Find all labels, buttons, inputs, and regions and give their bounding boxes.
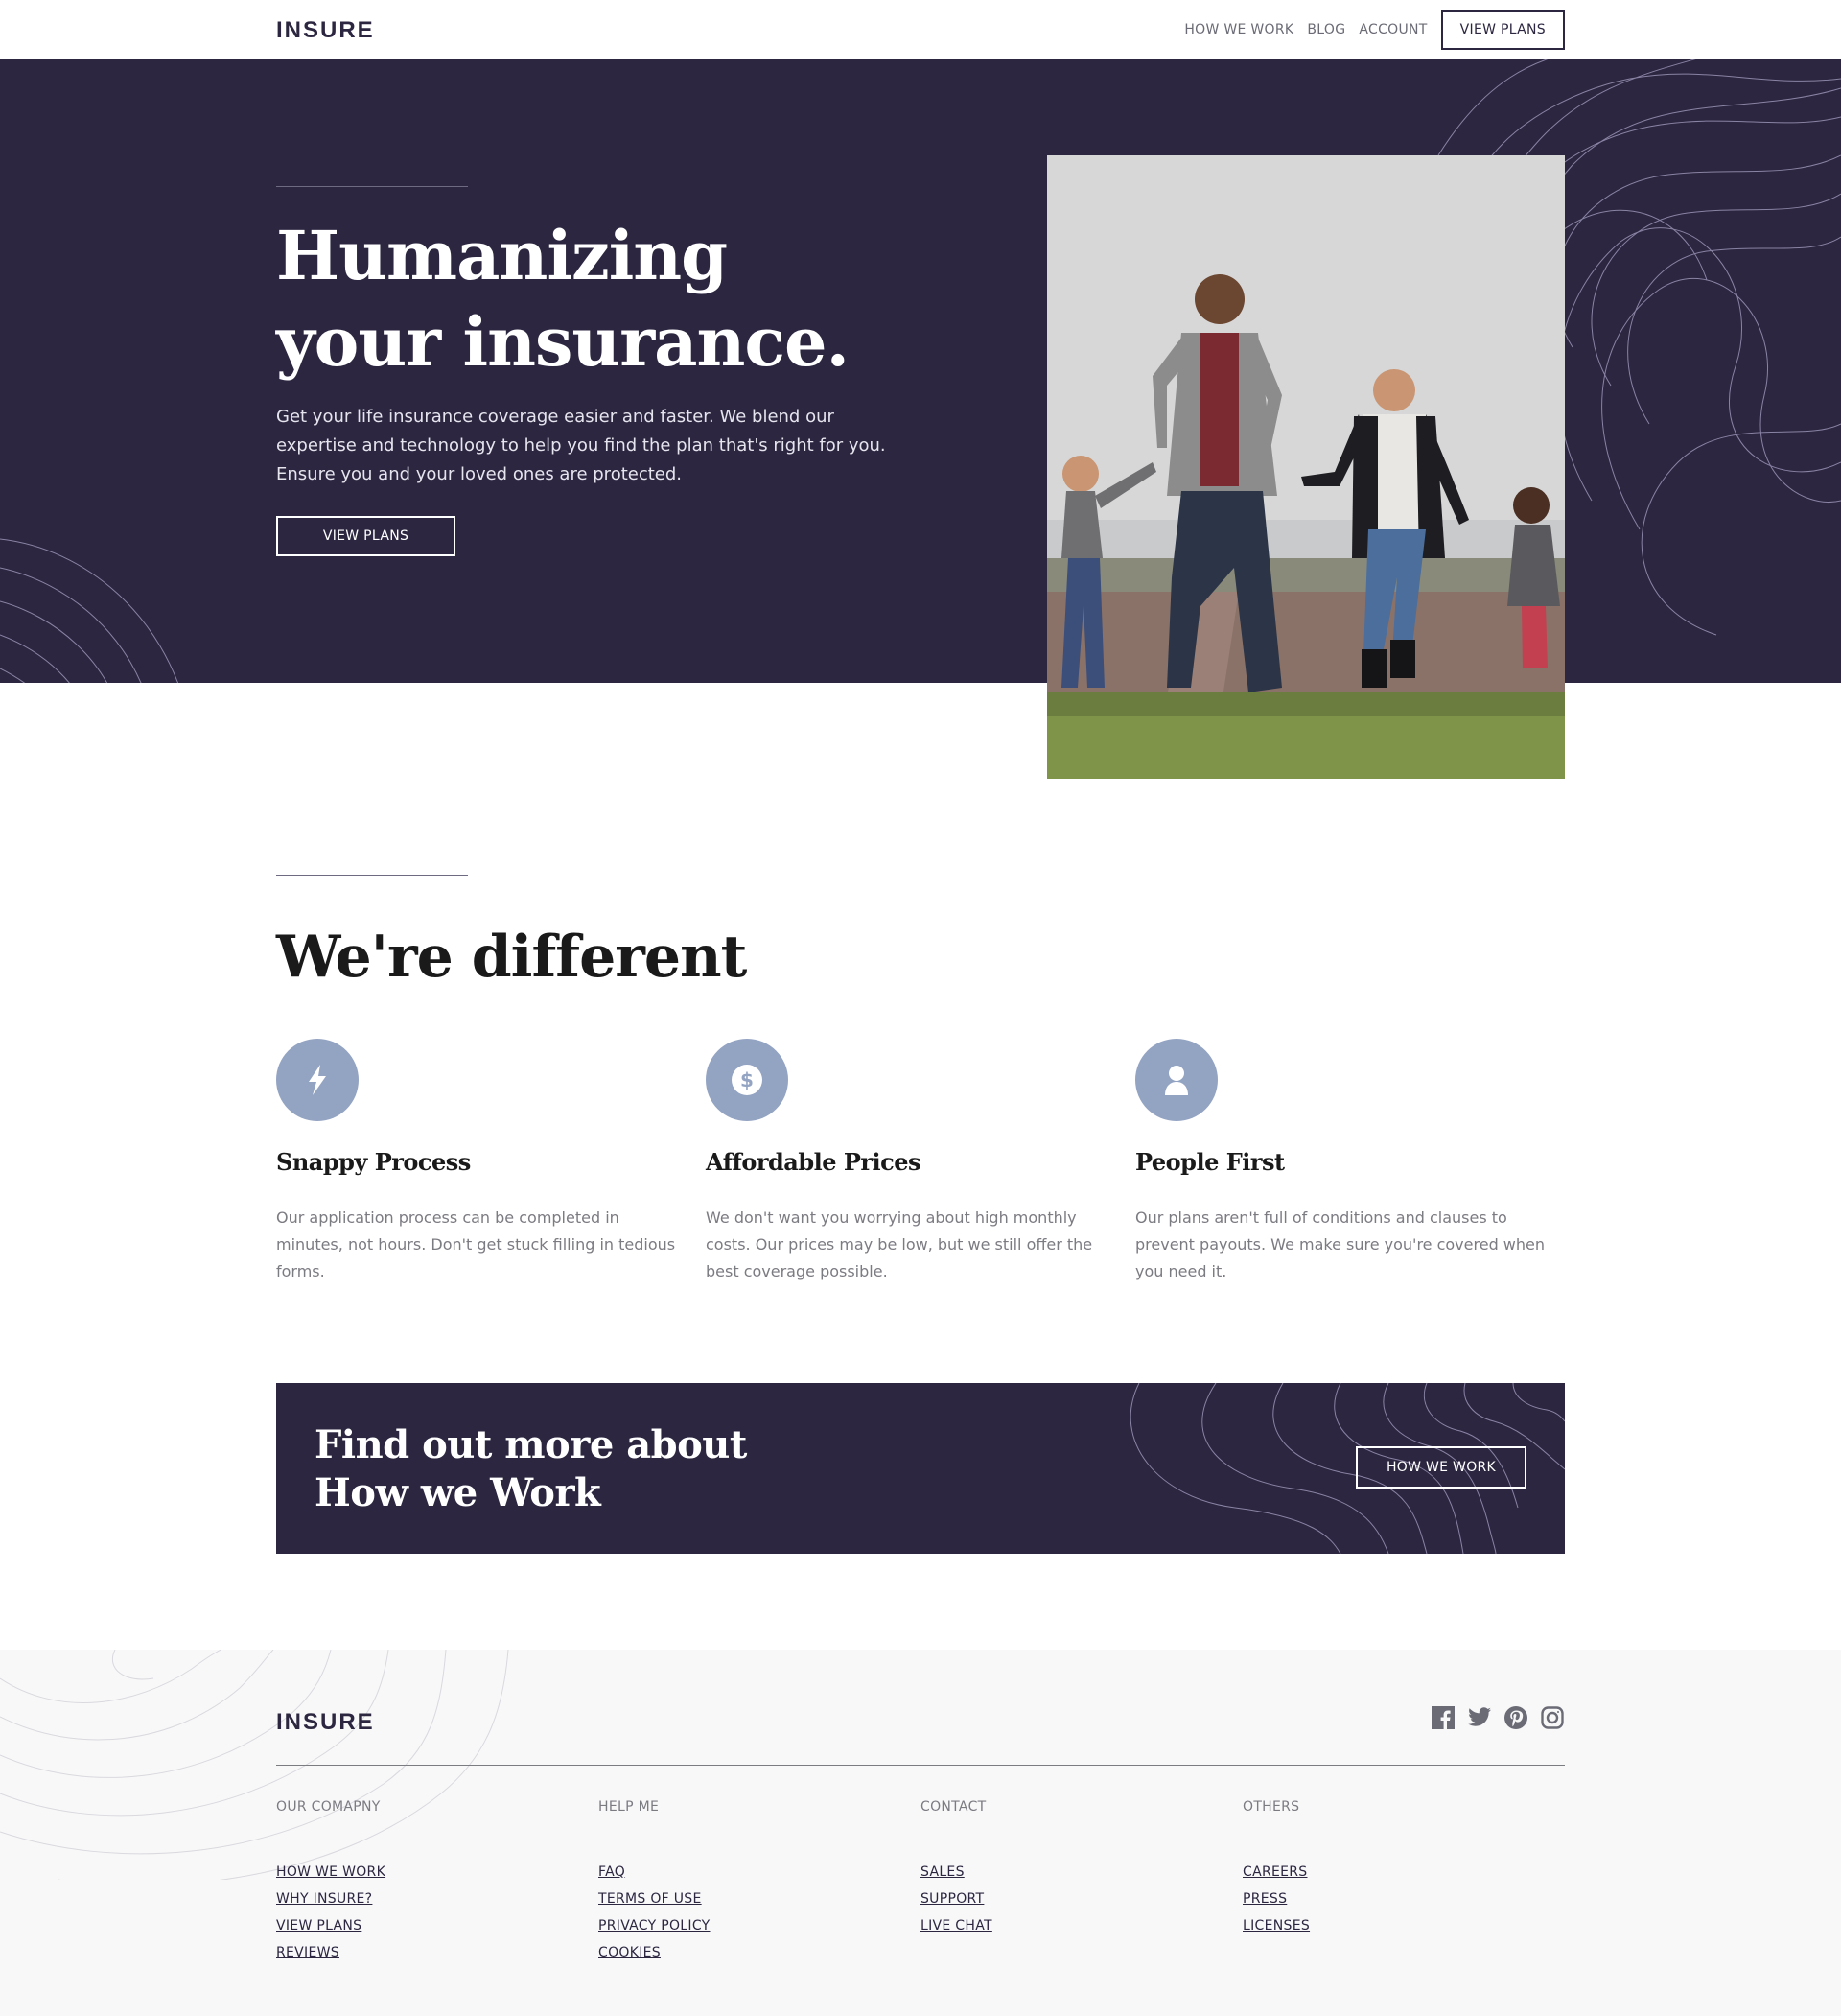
- family-photo: [1047, 155, 1565, 779]
- social-links: [1431, 1705, 1565, 1730]
- footer-link-support[interactable]: SUPPORT: [920, 1886, 1243, 1912]
- feature-affordable-prices: $ Affordable Prices We don't want you wo…: [706, 1039, 1135, 1285]
- main-nav: HOW WE WORK BLOG ACCOUNT VIEW PLANS: [1184, 10, 1565, 50]
- footer-column-heading: OUR COMAPNY: [276, 1799, 381, 1815]
- footer-column-heading: HELP ME: [598, 1799, 660, 1815]
- footer-column-others: OTHERS CAREERS PRESS LICENSES: [1243, 1799, 1565, 1966]
- different-title: We're different: [276, 924, 747, 991]
- footer-link-terms-of-use[interactable]: TERMS OF USE: [598, 1886, 920, 1912]
- feature-text: Our application process can be completed…: [276, 1208, 676, 1280]
- feature-text: We don't want you worrying about high mo…: [706, 1208, 1093, 1280]
- facebook-icon[interactable]: [1431, 1705, 1456, 1730]
- hero-divider: [276, 186, 468, 187]
- twitter-icon[interactable]: [1467, 1705, 1492, 1730]
- footer-link-how-we-work[interactable]: HOW WE WORK: [276, 1859, 598, 1886]
- svg-text:$: $: [740, 1068, 754, 1091]
- footer-column-our-company: OUR COMAPNY HOW WE WORK WHY INSURE? VIEW…: [276, 1799, 598, 1966]
- instagram-icon[interactable]: [1540, 1705, 1565, 1730]
- lightning-bolt-icon: [276, 1039, 359, 1121]
- site-header: INSURE HOW WE WORK BLOG ACCOUNT VIEW PLA…: [0, 0, 1841, 59]
- footer-columns: OUR COMAPNY HOW WE WORK WHY INSURE? VIEW…: [276, 1799, 1565, 1966]
- hero-section: Humanizing your insurance. Get your life…: [0, 59, 1841, 683]
- footer-column-heading: CONTACT: [920, 1799, 987, 1815]
- feature-snappy-process: Snappy Process Our application process c…: [276, 1039, 706, 1285]
- view-plans-nav-button[interactable]: VIEW PLANS: [1440, 10, 1565, 50]
- footer-link-faq[interactable]: FAQ: [598, 1859, 920, 1886]
- feature-title: Affordable Prices: [706, 1148, 921, 1176]
- features-list: Snappy Process Our application process c…: [276, 1039, 1565, 1285]
- footer-link-cookies[interactable]: COOKIES: [598, 1939, 920, 1966]
- footer-divider: [276, 1765, 1565, 1766]
- footer-link-press[interactable]: PRESS: [1243, 1886, 1565, 1912]
- footer-link-view-plans[interactable]: VIEW PLANS: [276, 1912, 598, 1939]
- hero-text: Get your life insurance coverage easier …: [276, 407, 886, 484]
- site-footer: INSURE OUR COMAPNY HOW WE WORK WHY INSUR…: [0, 1650, 1841, 2016]
- how-we-work-button[interactable]: HOW WE WORK: [1356, 1446, 1526, 1489]
- how-we-work-banner: Find out more about How we Work HOW WE W…: [276, 1383, 1565, 1554]
- footer-link-reviews[interactable]: REVIEWS: [276, 1939, 598, 1966]
- person-icon: [1135, 1039, 1218, 1121]
- hero-left-contour-pattern: [0, 538, 179, 683]
- footer-column-heading: OTHERS: [1243, 1799, 1300, 1815]
- nav-link-blog[interactable]: BLOG: [1307, 22, 1345, 37]
- nav-link-how-we-work[interactable]: HOW WE WORK: [1184, 22, 1293, 37]
- footer-link-why-insure[interactable]: WHY INSURE?: [276, 1886, 598, 1912]
- feature-people-first: People First Our plans aren't full of co…: [1135, 1039, 1565, 1285]
- footer-link-sales[interactable]: SALES: [920, 1859, 1243, 1886]
- family-photo-illustration: [1047, 155, 1565, 779]
- footer-link-live-chat[interactable]: LIVE CHAT: [920, 1912, 1243, 1939]
- dollar-icon: $: [706, 1039, 788, 1121]
- feature-text: Our plans aren't full of conditions and …: [1135, 1208, 1546, 1280]
- pinterest-icon[interactable]: [1503, 1705, 1528, 1730]
- footer-column-contact: CONTACT SALES SUPPORT LIVE CHAT: [920, 1799, 1243, 1966]
- feature-title: Snappy Process: [276, 1148, 471, 1176]
- footer-link-careers[interactable]: CAREERS: [1243, 1859, 1565, 1886]
- different-divider: [276, 875, 468, 876]
- hero-view-plans-button[interactable]: VIEW PLANS: [276, 516, 455, 556]
- footer-link-privacy-policy[interactable]: PRIVACY POLICY: [598, 1912, 920, 1939]
- footer-logo[interactable]: INSURE: [276, 1709, 375, 1736]
- footer-link-licenses[interactable]: LICENSES: [1243, 1912, 1565, 1939]
- hero-title: Humanizing your insurance.: [276, 216, 850, 382]
- footer-column-help-me: HELP ME FAQ TERMS OF USE PRIVACY POLICY …: [598, 1799, 920, 1966]
- feature-title: People First: [1135, 1148, 1285, 1176]
- nav-link-account[interactable]: ACCOUNT: [1359, 22, 1427, 37]
- logo[interactable]: INSURE: [276, 17, 375, 44]
- cta-title: Find out more about How we Work: [315, 1422, 747, 1515]
